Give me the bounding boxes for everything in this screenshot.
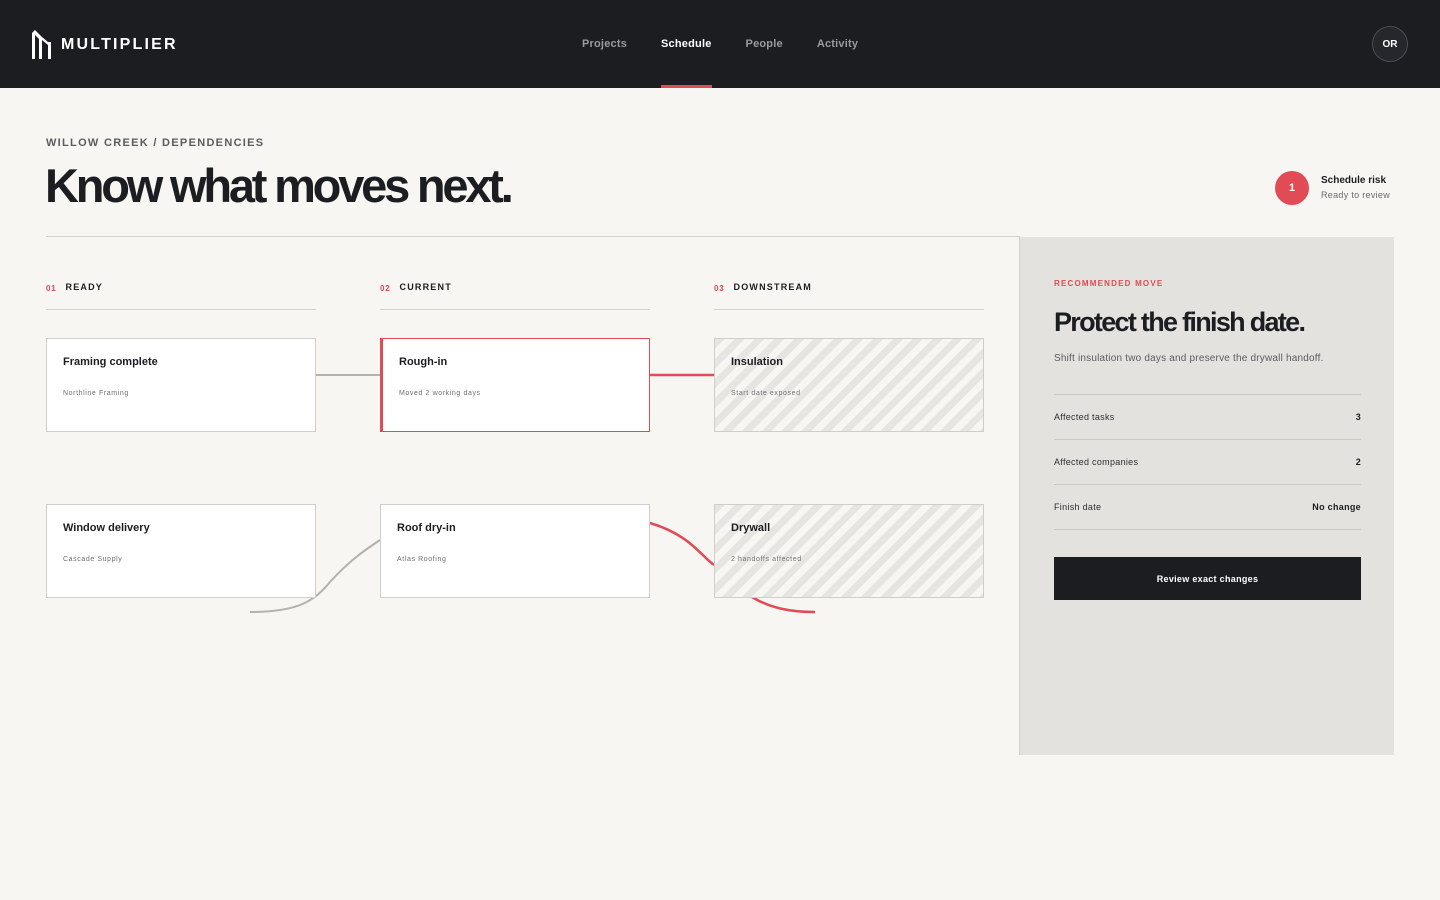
task-title: Framing complete [63,356,158,368]
stat-row-finish-date: Finish date No change [1054,485,1361,530]
review-changes-button[interactable]: Review exact changes [1054,557,1361,600]
risk-subtitle: Ready to review [1321,190,1391,200]
connector-roof-to-drywall [649,521,715,567]
stat-value: No change [1312,502,1361,512]
stat-label: Affected tasks [1054,412,1115,422]
panel-title: Protect the finish date. [1054,307,1306,337]
column-label: CURRENT [399,282,452,292]
task-meta: Atlas Roofing [397,556,447,563]
brand[interactable]: MULTIPLIER [32,30,178,59]
column-header-downstream: 03 DOWNSTREAM [714,282,984,310]
risk-title: Schedule risk [1321,175,1387,186]
multiplier-logo-icon [32,30,51,59]
task-card-rough-in[interactable]: Rough-in Moved 2 working days [380,338,650,432]
task-title: Insulation [731,356,783,368]
impact-stats: Affected tasks 3 Affected companies 2 Fi… [1054,394,1361,530]
tab-schedule[interactable]: Schedule [644,0,729,88]
stat-value: 2 [1355,457,1361,467]
task-title: Window delivery [63,522,150,534]
column-header-current: 02 CURRENT [380,282,650,310]
task-meta: 2 handoffs affected [731,556,802,563]
stat-row-affected-tasks: Affected tasks 3 [1054,395,1361,440]
column-label: DOWNSTREAM [733,282,812,292]
task-meta: Start date exposed [731,390,801,397]
connector-drywall-handoff [751,595,816,614]
recommendation-panel: RECOMMENDED MOVE Protect the finish date… [1019,237,1394,755]
title-divider [46,236,1020,237]
main-nav: Projects Schedule People Activity [565,0,875,88]
task-card-insulation[interactable]: Insulation Start date exposed [714,338,984,432]
column-number: 03 [714,284,725,293]
column-number: 01 [46,284,57,293]
task-title: Drywall [731,522,771,534]
risk-text: Schedule risk Ready to review [1321,174,1390,202]
task-title: Roof dry-in [397,522,456,534]
tab-projects[interactable]: Projects [565,0,644,88]
tab-people[interactable]: People [729,0,800,88]
risk-count-badge: 1 [1275,171,1309,205]
task-meta: Moved 2 working days [399,390,481,397]
panel-description: Shift insulation two days and preserve t… [1054,353,1324,364]
stat-label: Affected companies [1054,457,1139,467]
stat-label: Finish date [1054,502,1102,512]
task-title: Rough-in [399,356,448,368]
stat-value: 3 [1355,412,1361,422]
breadcrumb[interactable]: WILLOW CREEK / DEPENDENCIES [46,137,264,149]
task-card-window-delivery[interactable]: Window delivery Cascade Supply [46,504,316,598]
brand-name: MULTIPLIER [61,35,178,53]
task-card-framing-complete[interactable]: Framing complete Northline Framing [46,338,316,432]
schedule-risk-indicator[interactable]: 1 Schedule risk Ready to review [1275,171,1390,205]
column-number: 02 [380,284,391,293]
user-avatar[interactable]: OR [1372,26,1408,62]
panel-eyebrow: RECOMMENDED MOVE [1054,279,1164,288]
task-card-roof-dry-in[interactable]: Roof dry-in Atlas Roofing [380,504,650,598]
task-meta: Northline Framing [63,390,129,397]
column-header-ready: 01 READY [46,282,316,310]
tab-activity[interactable]: Activity [800,0,875,88]
task-meta: Cascade Supply [63,556,123,563]
stat-row-affected-companies: Affected companies 2 [1054,440,1361,485]
column-label: READY [65,282,104,292]
task-card-drywall[interactable]: Drywall 2 handoffs affected [714,504,984,598]
top-navigation-bar: MULTIPLIER Projects Schedule People Acti… [0,0,1440,88]
page-title: Know what moves next. [45,159,514,212]
